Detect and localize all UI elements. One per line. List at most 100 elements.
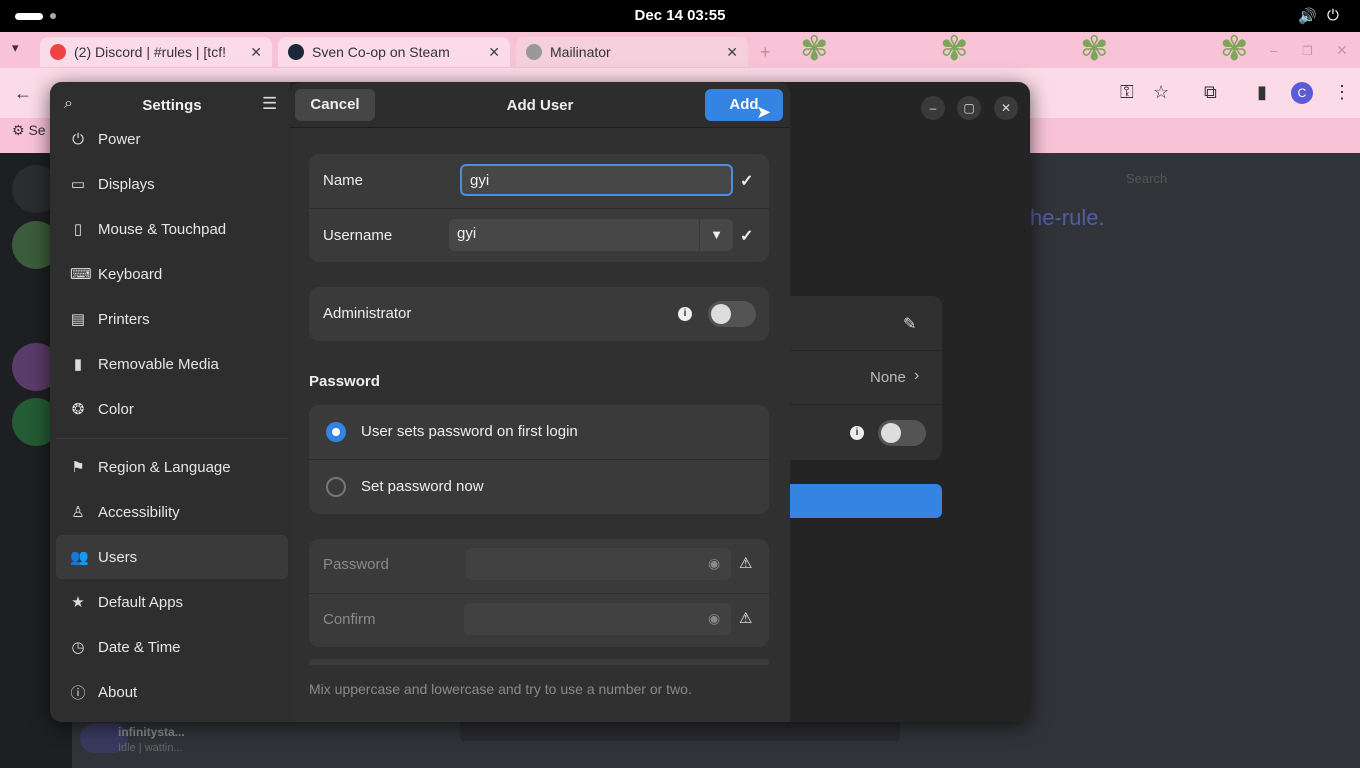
- radio-first-login[interactable]: [326, 422, 346, 442]
- radio-set-now[interactable]: [326, 477, 346, 497]
- info-icon: ⓘ: [70, 684, 86, 702]
- users-icon: 👥: [70, 549, 89, 566]
- steam-favicon-icon: [288, 44, 304, 60]
- extensions-icon[interactable]: ⧉: [1204, 82, 1217, 103]
- username-dropdown-chevron-icon[interactable]: ▼: [699, 219, 733, 251]
- menu-kebab-icon[interactable]: ⋮: [1333, 82, 1351, 103]
- strength-bar: [309, 659, 769, 665]
- check-icon: ✓: [740, 228, 754, 245]
- bookmark-item[interactable]: ⚙ Se: [12, 122, 46, 139]
- add-button[interactable]: Add: [705, 89, 783, 121]
- tab-label: (2) Discord | #rules | [tcf!: [74, 44, 226, 60]
- close-tab-icon[interactable]: ✕: [250, 44, 262, 61]
- close-tab-icon[interactable]: ✕: [726, 44, 738, 61]
- password-field[interactable]: [466, 548, 731, 580]
- theme-leaf-icon: ✾: [1080, 30, 1109, 68]
- administrator-toggle[interactable]: [708, 301, 756, 327]
- option-first-login-label[interactable]: User sets password on first login: [361, 423, 578, 440]
- sidebar-item-removable-media[interactable]: ▮ Removable Media: [56, 342, 288, 386]
- tab-label: Mailinator: [550, 44, 611, 60]
- side-panel-icon[interactable]: ▮: [1257, 82, 1267, 103]
- tab-label: Sven Co-op on Steam: [312, 44, 450, 60]
- settings-title: Settings: [142, 97, 202, 114]
- sidebar-item-region[interactable]: ⚑ Region & Language: [56, 445, 288, 489]
- restore-window-icon[interactable]: ❐: [1302, 44, 1313, 58]
- username-field[interactable]: gyi: [449, 219, 699, 251]
- theme-leaf-icon: ✾: [1220, 30, 1249, 68]
- confirm-field[interactable]: [464, 603, 731, 635]
- sidebar-item-printers[interactable]: ▤ Printers: [56, 297, 288, 341]
- close-icon[interactable]: ✕: [994, 96, 1018, 120]
- color-icon: ❂: [71, 401, 85, 418]
- tab-search-icon[interactable]: ▾: [12, 40, 19, 56]
- minimize-icon[interactable]: –: [921, 96, 945, 120]
- accessibility-icon: ♙: [71, 504, 85, 521]
- add-user-dialog: Cancel Add User Add ➤ Name gyi ✓ Usernam…: [290, 82, 790, 722]
- volume-icon[interactable]: 🔊: [1298, 7, 1317, 25]
- settings-window: ✎ None › i – ▢ ✕ ⌕ Settings ☰ ⏻ Power ▭ Di…: [50, 82, 1030, 722]
- discord-search[interactable]: Search: [1126, 171, 1167, 186]
- password-hint: Mix uppercase and lowercase and try to u…: [309, 681, 692, 697]
- theme-leaf-icon: ✾: [940, 30, 969, 68]
- eye-icon[interactable]: ◉: [708, 610, 720, 627]
- sidebar-item-color[interactable]: ❂ Color: [56, 387, 288, 431]
- row-divider: [309, 593, 769, 594]
- display-icon: ▭: [70, 176, 86, 193]
- discord-favicon-icon: [50, 44, 66, 60]
- info-icon[interactable]: i: [850, 426, 864, 440]
- tab-mailinator[interactable]: Mailinator ✕: [516, 37, 748, 67]
- minimize-window-icon[interactable]: –: [1270, 42, 1278, 58]
- clock-icon: ◷: [71, 639, 85, 656]
- chevron-right-icon: ›: [914, 367, 920, 384]
- check-icon: ✓: [740, 173, 754, 190]
- user-status: Idle | wattin...: [118, 742, 183, 754]
- sidebar-separator: [56, 438, 288, 439]
- settings-sidebar: ⌕ Settings ☰ ⏻ Power ▭ Displays ▯ Mouse & T…: [50, 82, 290, 722]
- key-icon[interactable]: ⚿: [1120, 82, 1134, 103]
- sidebar-item-displays[interactable]: ▭ Displays: [56, 162, 288, 206]
- sidebar-item-users[interactable]: 👥 Users: [56, 535, 288, 579]
- power-icon[interactable]: ⏻: [1327, 7, 1339, 24]
- option-set-now-label[interactable]: Set password now: [361, 478, 484, 495]
- sidebar-item-power[interactable]: ⏻ Power: [56, 117, 288, 161]
- password-section-heading: Password: [309, 373, 380, 390]
- edit-pencil-icon[interactable]: ✎: [903, 314, 916, 334]
- user-admin-toggle[interactable]: [878, 420, 926, 446]
- user-name: infinitysta...: [118, 725, 185, 739]
- back-icon[interactable]: ←: [14, 83, 32, 104]
- top-bar: Dec 14 03:55 🔊 ⏻: [0, 0, 1360, 32]
- profile-avatar[interactable]: C: [1291, 82, 1313, 104]
- maximize-icon[interactable]: ▢: [957, 96, 981, 120]
- add-user-button-bg[interactable]: [780, 484, 942, 518]
- name-field[interactable]: gyi: [460, 164, 733, 196]
- warning-icon: ⚠: [739, 555, 753, 572]
- bookmark-star-icon[interactable]: ☆: [1153, 82, 1169, 103]
- printer-icon: ▤: [70, 311, 86, 328]
- sidebar-item-default-apps[interactable]: ★ Default Apps: [56, 580, 288, 624]
- close-tab-icon[interactable]: ✕: [488, 44, 500, 61]
- star-icon: ★: [71, 594, 85, 611]
- hamburger-menu-icon[interactable]: ☰: [262, 94, 277, 114]
- sidebar-item-mouse[interactable]: ▯ Mouse & Touchpad: [56, 207, 288, 251]
- usb-icon: ▮: [73, 356, 83, 373]
- info-icon[interactable]: i: [678, 307, 692, 321]
- sidebar-item-date-time[interactable]: ◷ Date & Time: [56, 625, 288, 669]
- administrator-label: Administrator: [323, 305, 412, 322]
- tab-discord[interactable]: (2) Discord | #rules | [tcf! ✕: [40, 37, 272, 67]
- mouse-cursor-icon: ➤: [756, 102, 772, 122]
- mouse-icon: ▯: [73, 221, 83, 238]
- sidebar-item-keyboard[interactable]: ⌨ Keyboard: [56, 252, 288, 296]
- clock[interactable]: Dec 14 03:55: [0, 7, 1360, 24]
- username-label: Username: [323, 227, 393, 244]
- new-tab-button[interactable]: +: [760, 42, 771, 63]
- sidebar-item-about[interactable]: ⓘ About: [56, 670, 288, 714]
- power-icon: ⏻: [72, 130, 84, 148]
- row-divider: [309, 459, 769, 460]
- eye-icon[interactable]: ◉: [708, 555, 720, 572]
- confirm-label: Confirm: [323, 611, 376, 628]
- close-window-icon[interactable]: ✕: [1336, 42, 1348, 59]
- password-label: Password: [323, 556, 389, 573]
- tab-steam[interactable]: Sven Co-op on Steam ✕: [278, 37, 510, 67]
- sidebar-item-accessibility[interactable]: ♙ Accessibility: [56, 490, 288, 534]
- theme-leaf-icon: ✾: [800, 30, 829, 68]
